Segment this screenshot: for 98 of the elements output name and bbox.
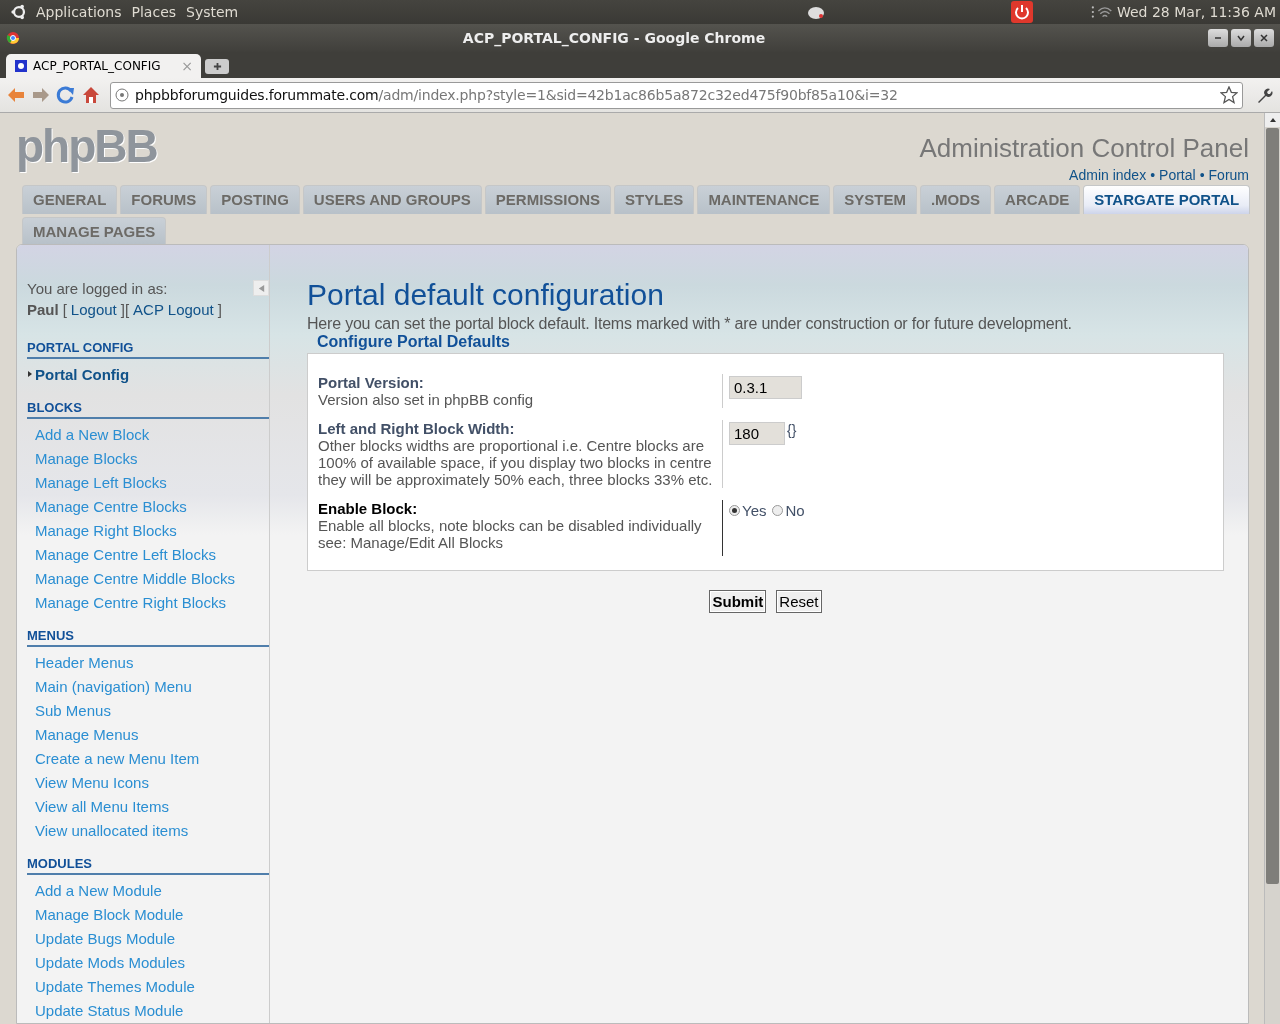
sidebar-link[interactable]: Add a New Block	[35, 425, 150, 443]
close-icon	[1259, 33, 1269, 43]
sidebar-link[interactable]: Update Mods Modules	[35, 953, 186, 971]
sidebar-link[interactable]: Manage Blocks	[35, 449, 138, 467]
nav-tab[interactable]: USERS AND GROUPS	[302, 185, 482, 214]
window-title: ACP_PORTAL_CONFIG - Google Chrome	[461, 30, 767, 46]
form-button[interactable]: Reset	[776, 590, 822, 613]
radio-button[interactable]	[772, 505, 784, 516]
sidebar-link[interactable]: Manage Menus	[35, 725, 139, 743]
nav-tab[interactable]: PERMISSIONS	[484, 185, 611, 214]
phpbb-logo: phpBB	[16, 121, 157, 174]
form-legend: Configure Portal Defaults	[317, 333, 510, 350]
sidebar-link[interactable]: Add a New Module	[35, 881, 162, 899]
wifi-icon[interactable]	[1091, 3, 1115, 21]
cloud-icon[interactable]	[806, 4, 827, 20]
field-help: Enable all blocks, note blocks can be disabled individually see: Manage/Edit All Blocks	[318, 517, 703, 551]
star-icon[interactable]	[1220, 86, 1238, 104]
sidebar-link[interactable]: Update Bugs Module	[35, 929, 176, 947]
reload-icon[interactable]	[56, 85, 76, 105]
triangle-left-icon	[256, 283, 266, 293]
sidebar-link[interactable]: Manage Right Blocks	[35, 521, 177, 539]
bracket-text: [	[62, 300, 67, 320]
system-menu[interactable]: System	[186, 4, 239, 20]
globe-icon	[115, 88, 129, 102]
address-bar[interactable]: phpbbforumguides.forummate.com/adm/index.php?style=1&sid=42b1ac86b5a872c32ed475f90bf85a10&i=32	[110, 81, 1243, 109]
bracket-text: ]	[217, 300, 222, 320]
browser-logo-icon	[6, 31, 20, 45]
nav-tab[interactable]: STYLES	[614, 185, 695, 214]
scrollbar[interactable]	[1264, 113, 1280, 1024]
clock[interactable]: Wed 28 Mar, 11:36 AM	[1117, 4, 1276, 20]
section-heading: BLOCKS	[27, 400, 269, 419]
nav-tab[interactable]: STARGATE PORTAL	[1083, 185, 1251, 214]
radio-label: No	[785, 502, 805, 519]
sidebar-link[interactable]: View all Menu Items	[35, 797, 169, 815]
sidebar-link[interactable]: Header Menus	[35, 653, 134, 671]
browser-tab[interactable]: ACP_PORTAL_CONFIG ×	[6, 54, 201, 78]
nav-tab[interactable]: FORUMS	[120, 185, 208, 214]
section-heading: MENUS	[27, 628, 269, 647]
logout-link[interactable]: Logout	[70, 299, 117, 320]
radio-label: Yes	[742, 502, 767, 519]
sidebar-link[interactable]: Portal Config	[35, 365, 130, 383]
system-menu[interactable]: Applications	[36, 4, 122, 20]
home-icon[interactable]	[81, 85, 101, 105]
bracket-text: ][	[120, 300, 130, 320]
section-heading: MODULES	[27, 856, 269, 875]
panel-title: Administration Control Panel	[919, 133, 1249, 164]
nav-tab[interactable]: .MODS	[919, 185, 992, 214]
sidebar-link[interactable]: Manage Block Module	[35, 905, 184, 923]
sidebar-link[interactable]: Manage Centre Left Blocks	[35, 545, 216, 563]
field-help: Other blocks widths are proportional i.e. Centre blocks are 100% of available space, if you display two blocks in centre they will be approximately 50% each, three blocks 33% etc.	[318, 437, 714, 488]
header-link[interactable]: Admin index	[1069, 167, 1147, 183]
page-title: Portal default configuration	[307, 279, 665, 311]
sidebar-link[interactable]: Update Status Module	[35, 1001, 184, 1019]
ubuntu-logo-icon[interactable]	[10, 3, 28, 21]
radio-button[interactable]	[729, 505, 740, 516]
sidebar-link[interactable]: Manage Centre Middle Blocks	[35, 569, 236, 587]
sidebar-link[interactable]: Manage Centre Right Blocks	[35, 593, 226, 611]
nav-tab[interactable]: GENERAL	[22, 185, 118, 214]
power-icon[interactable]	[1011, 1, 1033, 23]
nav-tab[interactable]: MAINTENANCE	[697, 185, 831, 214]
text-input[interactable]: 180	[729, 422, 785, 445]
arrow-icon	[28, 371, 32, 377]
maximize-button[interactable]	[1231, 29, 1251, 47]
link-separator: •	[1199, 167, 1205, 183]
sidebar-link[interactable]: Main (navigation) Menu	[35, 677, 192, 695]
sidebar-link[interactable]: Manage Centre Blocks	[35, 497, 187, 515]
header-link[interactable]: Portal	[1159, 167, 1196, 183]
nav-tab[interactable]: ARCADE	[994, 185, 1081, 214]
page-description: Here you can set the portal block default. Items marked with * are under construction or for future development.	[307, 315, 1073, 333]
nav-tab[interactable]: POSTING	[210, 185, 300, 214]
sidebar-link[interactable]: View unallocated items	[35, 821, 189, 839]
minimize-button[interactable]	[1208, 29, 1228, 47]
field-help: Version also set in phpBB config	[318, 391, 535, 408]
logged-in-label: You are logged in as:	[27, 279, 169, 299]
sidebar-link[interactable]: View Menu Icons	[35, 773, 149, 791]
chevron-down-icon	[1236, 33, 1246, 43]
logout-link[interactable]: ACP Logout	[133, 299, 214, 320]
close-button[interactable]	[1254, 29, 1274, 47]
field-label: Left and Right Block Width:	[318, 420, 516, 437]
nav-tab[interactable]: MANAGE PAGES	[22, 217, 167, 244]
new-tab-button[interactable]	[205, 59, 229, 74]
field-label: Portal Version:	[318, 374, 425, 391]
field-label: Enable Block:	[318, 500, 419, 517]
close-tab-button[interactable]: ×	[181, 58, 193, 74]
braces-text: {}	[787, 422, 797, 438]
sidebar-link[interactable]: Manage Left Blocks	[35, 473, 167, 491]
sidebar-link[interactable]: Update Themes Module	[35, 977, 195, 995]
system-menu[interactable]: Places	[131, 4, 177, 20]
text-input[interactable]: 0.3.1	[729, 376, 802, 399]
sidebar-link[interactable]: Sub Menus	[35, 701, 111, 719]
nav-tab[interactable]: SYSTEM	[833, 185, 917, 214]
plus-icon	[212, 62, 222, 71]
header-link[interactable]: Forum	[1208, 167, 1249, 183]
sidebar-link[interactable]: Create a new Menu Item	[35, 749, 200, 767]
section-heading: PORTAL CONFIG	[27, 340, 269, 359]
link-separator: •	[1150, 167, 1156, 183]
form-button[interactable]: Submit	[709, 590, 767, 613]
user-name: Paul	[27, 300, 59, 320]
